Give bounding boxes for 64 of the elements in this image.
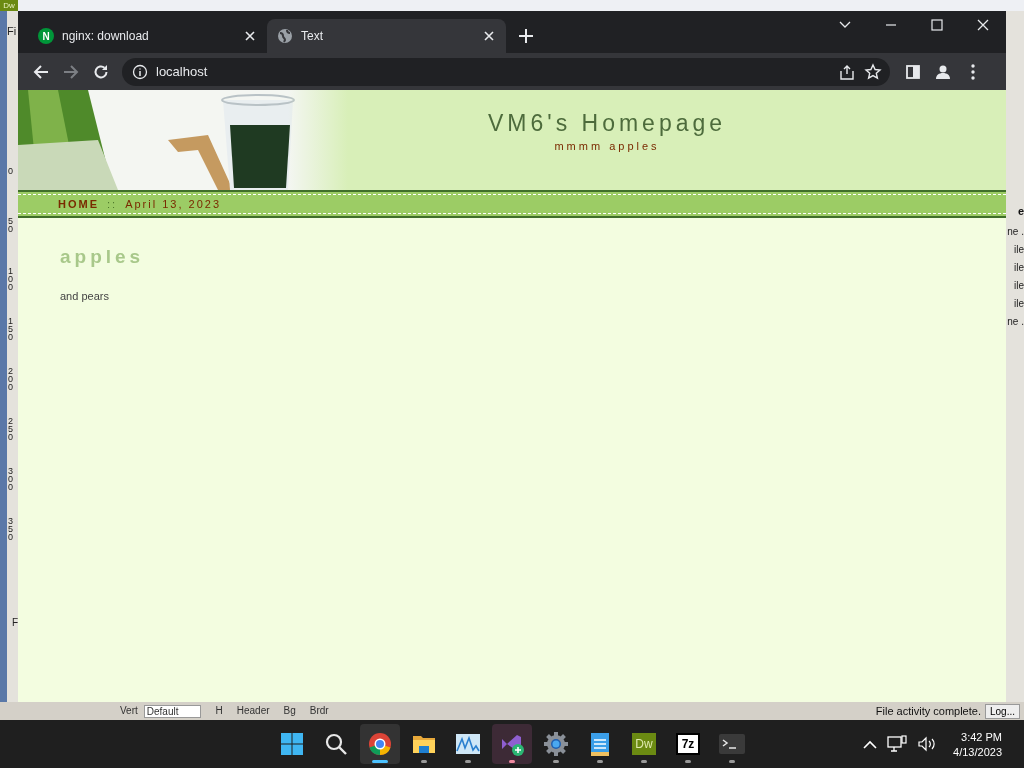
volume-icon[interactable]: [917, 736, 938, 752]
ruler-label: 150: [8, 317, 13, 344]
separator: ::: [107, 198, 118, 210]
ruler-label: 300: [8, 467, 13, 494]
gear-icon[interactable]: [544, 732, 568, 756]
property-label: Header: [236, 704, 270, 718]
log-button[interactable]: Log...: [984, 703, 1020, 719]
close-icon[interactable]: [482, 29, 496, 43]
clock-date[interactable]: 4/13/2023: [953, 745, 1002, 758]
search-icon[interactable]: [324, 732, 348, 756]
status-text: File activity complete.: [875, 705, 981, 717]
dropdown[interactable]: Default: [143, 704, 202, 718]
property-label: Vert: [120, 704, 138, 718]
file-list-item[interactable]: ile: [1014, 241, 1024, 259]
panel-label: F: [12, 617, 18, 628]
tab-title: nginx: download: [62, 29, 150, 43]
property-label: Brdr: [309, 704, 329, 718]
site-icon: N: [38, 28, 54, 44]
ruler-label: 100: [8, 267, 13, 294]
browser-tab[interactable]: N nginx: download: [28, 19, 267, 53]
taskbar-button[interactable]: [360, 724, 400, 764]
file-list-item[interactable]: ne .: [1007, 313, 1024, 331]
ruler-label: 250: [8, 417, 13, 444]
close-icon[interactable]: [243, 29, 257, 43]
chrome-icon[interactable]: [368, 732, 392, 756]
windows-icon[interactable]: [280, 732, 304, 756]
back-icon[interactable]: [32, 62, 50, 81]
menu-item[interactable]: Fi: [7, 25, 18, 37]
tagline: mmmm apples: [554, 140, 660, 152]
file-list-item[interactable]: ile: [1014, 295, 1024, 313]
ruler-label: 50: [8, 217, 13, 236]
browser-tab[interactable]: Text: [267, 19, 506, 53]
globe-icon: [277, 28, 293, 44]
chevron-icon[interactable]: [863, 739, 878, 749]
chart-window-icon[interactable]: [455, 733, 481, 755]
close-icon[interactable]: [975, 17, 991, 33]
clock-time[interactable]: 3:42 PM: [961, 730, 1002, 743]
ruler-label: 350: [8, 517, 13, 544]
home-link[interactable]: HOME: [58, 198, 99, 210]
file-list-item[interactable]: ile: [1014, 259, 1024, 277]
site-title: VM6's Homepage: [487, 110, 727, 137]
notepad-icon[interactable]: [590, 731, 610, 757]
file-list-item[interactable]: ile: [1014, 277, 1024, 295]
taskbar-button[interactable]: 7z: [668, 724, 708, 764]
ruler-label: 200: [8, 367, 13, 394]
star-icon[interactable]: [864, 62, 882, 81]
terminal-icon[interactable]: [718, 733, 746, 755]
side-panel-icon[interactable]: [904, 62, 922, 81]
file-list-item[interactable]: ne .: [1007, 223, 1024, 241]
info-icon[interactable]: [132, 63, 148, 80]
date-text: April 13, 2023: [125, 198, 221, 210]
property-label: Bg: [283, 704, 296, 718]
reload-icon[interactable]: [92, 62, 110, 81]
app-logo: Dw: [0, 0, 18, 11]
column-header: e: [1016, 205, 1024, 219]
network-icon[interactable]: [887, 735, 908, 753]
body-text: and pears: [60, 290, 110, 302]
tab-title: Text: [301, 29, 324, 43]
page-heading: apples: [60, 246, 146, 268]
plus-icon[interactable]: [518, 28, 534, 44]
ruler-label: 0: [8, 167, 13, 178]
property-label: H: [215, 704, 223, 718]
address-bar[interactable]: localhost: [122, 57, 890, 86]
maximize-icon[interactable]: [929, 17, 945, 33]
